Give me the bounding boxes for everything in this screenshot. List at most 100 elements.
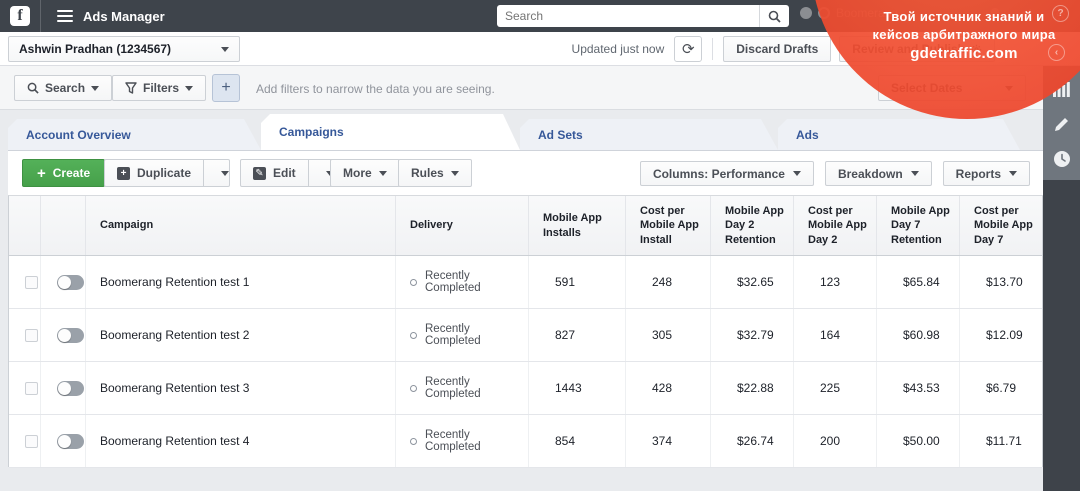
table-row: Boomerang Retention test 3 Recently Comp… [9,362,1042,415]
column-header-cost-per-install[interactable]: Cost per Mobile App Install [626,196,711,255]
collapse-chevron-icon[interactable]: ‹ [1048,44,1065,61]
campaign-name-link[interactable]: Boomerang Retention test 2 [100,328,249,342]
delivery-status-icon [410,437,417,445]
account-dot-icon [800,7,812,19]
help-icon[interactable]: ? [1052,5,1069,22]
column-header-day7-retention[interactable]: Mobile App Day 7 Retention [877,196,960,255]
campaign-status-toggle[interactable] [56,327,84,343]
reports-dropdown[interactable]: Reports [942,161,1030,186]
cell-cost-per-install: 374 [626,415,711,467]
duplicate-button[interactable]: + Duplicate [104,159,205,187]
notifications-icon[interactable] [988,7,1002,21]
tab-campaigns[interactable]: Campaigns [261,114,520,150]
toggle-knob [57,381,71,395]
header-toggle [41,196,86,255]
search-input[interactable] [497,5,759,27]
topbar-divider [40,0,41,32]
right-sidebar [1043,66,1080,180]
row-toggle-cell [41,415,86,467]
column-header-day2-retention[interactable]: Mobile App Day 2 Retention [711,196,794,255]
cell-installs: 854 [529,415,626,467]
tab-ad-sets[interactable]: Ad Sets [520,119,778,150]
column-header-installs[interactable]: Mobile App Installs [529,196,626,255]
row-checkbox-cell [9,415,41,467]
cell-day2-retention: $32.79 [711,309,794,361]
row-checkbox[interactable] [25,434,38,448]
table-row: Boomerang Retention test 4 Recently Comp… [9,415,1042,468]
campaign-name-link[interactable]: Boomerang Retention test 1 [100,275,249,289]
cell-installs: 591 [529,256,626,308]
tab-account-overview[interactable]: Account Overview [8,119,261,150]
breakdown-dropdown[interactable]: Breakdown [824,161,932,186]
toggle-knob [57,434,71,448]
account-selector-dropdown[interactable]: Ashwin Pradhan (1234567) [8,36,240,62]
account-dot-outline-icon [818,7,830,19]
create-button[interactable]: + Create [22,159,106,187]
cell-cost-day2: 225 [794,362,877,414]
edit-pencil-icon[interactable] [1053,115,1071,133]
filters-dropdown[interactable]: Filters [112,75,207,101]
global-search [497,5,789,27]
menu-icon[interactable] [57,10,73,22]
row-toggle-cell [41,309,86,361]
cell-cost-day2: 200 [794,415,877,467]
tab-ads[interactable]: Ads [778,119,1020,150]
filters-label: Filters [143,81,180,95]
toggle-knob [57,328,71,342]
filter-search-dropdown[interactable]: Search [14,75,113,101]
row-checkbox[interactable] [25,275,38,289]
campaign-name-link[interactable]: Boomerang Retention test 4 [100,434,249,448]
megaphone-icon[interactable] [1020,7,1034,21]
columns-dropdown[interactable]: Columns: Performance [639,161,814,186]
toolbar-divider [712,38,714,60]
row-checkbox[interactable] [25,381,38,395]
row-toggle-cell [41,256,86,308]
more-label: More [343,166,372,180]
campaign-level-tabs: Account Overview Campaigns Ad Sets Ads [0,110,1080,150]
row-checkbox[interactable] [25,328,38,342]
account-name: Boomerang [836,6,899,20]
campaign-status-toggle[interactable] [56,433,84,449]
more-dropdown[interactable]: More [330,159,400,187]
tab-label: Campaigns [279,125,344,139]
duplicate-dropdown-arrow[interactable] [204,159,231,187]
edit-button[interactable]: ✎ Edit [240,159,309,187]
cell-day7-retention: $43.53 [877,362,960,414]
facebook-logo-icon[interactable]: f [10,6,30,26]
search-icon[interactable] [759,5,789,27]
column-header-cost-day7[interactable]: Cost per Mobile App Day 7 [960,196,1042,255]
toggle-knob [57,275,71,289]
table-row: Boomerang Retention test 1 Recently Comp… [9,256,1042,309]
chevron-down-icon [1005,85,1013,91]
right-sidebar-lower [1043,180,1080,491]
cell-cost-day7: $11.71 [986,434,1022,448]
rules-dropdown[interactable]: Rules [398,159,472,187]
column-header-cost-day2[interactable]: Cost per Mobile App Day 2 [794,196,877,255]
tab-label: Ads [796,127,819,142]
history-clock-icon[interactable] [1053,150,1071,168]
table-row: Boomerang Retention test 2 Recently Comp… [9,309,1042,362]
chevron-down-icon [221,46,229,52]
select-dates-dropdown[interactable]: Select Dates [878,75,1026,101]
header-select-all[interactable] [9,196,41,255]
cell-day2-retention: $22.88 [711,362,794,414]
campaign-status-toggle[interactable] [56,274,84,290]
review-publish-button[interactable]: Review and Publish [839,36,995,62]
row-checkbox-cell [9,362,41,414]
delivery-status-icon [410,384,417,392]
account-switcher[interactable]: Boomerang [800,6,898,20]
reports-label: Reports [955,166,1001,181]
refresh-icon[interactable]: ⟳ [674,36,703,62]
campaign-status-toggle[interactable] [56,380,84,396]
filter-hint-text: Add filters to narrow the data you are s… [256,82,495,96]
column-header-delivery[interactable]: Delivery [396,196,529,255]
duplicate-label: Duplicate [137,166,192,180]
table-action-bar: + Create + Duplicate ✎ Edit More Rules C… [8,150,1043,195]
column-header-campaign[interactable]: Campaign [86,196,396,255]
add-filter-button[interactable]: + [212,74,240,102]
chevron-down-icon [221,170,230,176]
campaign-name-link[interactable]: Boomerang Retention test 3 [100,381,249,395]
chevron-down-icon [378,170,387,176]
discard-drafts-button[interactable]: Discard Drafts [723,36,832,62]
insights-chart-icon[interactable] [1053,80,1071,98]
